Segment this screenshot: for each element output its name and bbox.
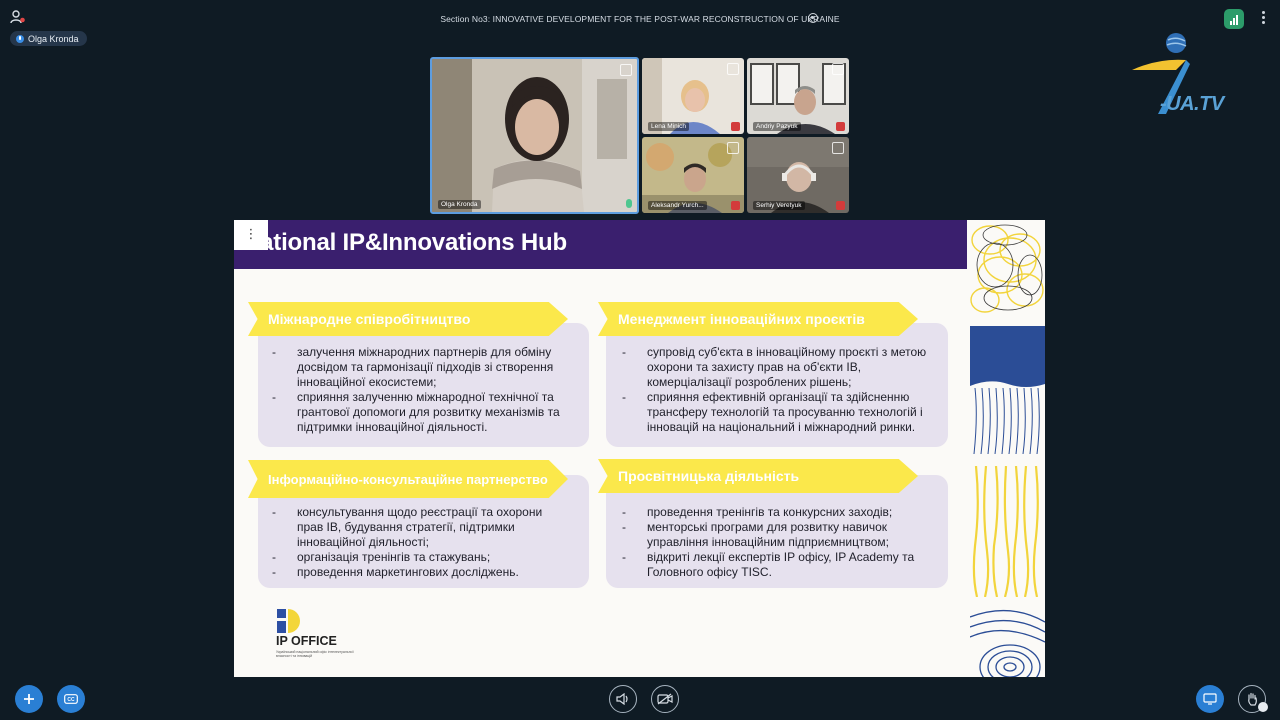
list-item: проведення маркетингових досліджень. <box>270 565 570 580</box>
decorative-art-tile <box>970 220 1045 314</box>
signal-bar-icon <box>1233 18 1235 25</box>
participant-name: Andriy Pazyuk <box>753 122 801 131</box>
expand-icon[interactable] <box>727 63 739 75</box>
decorative-art-tile <box>970 326 1045 454</box>
section-heading: Менеджмент інноваційних проєктів <box>598 302 918 336</box>
expand-icon[interactable] <box>832 63 844 75</box>
mic-muted-icon <box>731 201 740 210</box>
shared-presentation-slide: National IP&Innovations Hub ⋮ Міжнародне… <box>234 220 1045 677</box>
ip-office-fine-print: Український національний офіс інтелектуа… <box>276 650 354 658</box>
expand-icon[interactable] <box>727 142 739 154</box>
active-speaker-name: Olga Kronda <box>28 33 79 44</box>
section-list: консультування щодо реєстрації та охорон… <box>270 505 570 580</box>
section-heading: Інформаційно-консультаційне партнерство <box>248 460 568 498</box>
camera-off-icon <box>657 693 673 705</box>
section-heading: Просвітницька діяльність <box>598 459 918 493</box>
add-button[interactable] <box>15 685 43 713</box>
uatv-logo-text: -UA.TV <box>1160 93 1224 115</box>
mic-muted-icon <box>836 201 845 210</box>
list-item: залучення міжнародних партнерів для обмі… <box>270 345 570 390</box>
mic-on-icon <box>626 199 632 208</box>
session-title: Section No3: INNOVATIVE DEVELOPMENT FOR … <box>440 14 840 24</box>
expand-icon[interactable] <box>832 142 844 154</box>
participant-name: Serhiy Veretyuk <box>753 201 805 210</box>
video-tile-lena[interactable]: Lena Minich <box>642 58 744 134</box>
list-item: менторські програми для розвитку навичок… <box>620 520 938 550</box>
video-tile-andriy[interactable]: Andriy Pazyuk <box>747 58 849 134</box>
list-item: консультування щодо реєстрації та охорон… <box>270 505 570 550</box>
captions-button[interactable]: CC <box>57 685 85 713</box>
mic-muted-icon <box>731 122 740 131</box>
connection-quality-button[interactable] <box>1224 9 1244 29</box>
active-speaker-pill: Olga Kronda <box>10 31 87 46</box>
decorative-art-tile <box>970 466 1045 597</box>
slide-header: National IP&Innovations Hub <box>234 220 967 269</box>
hand-badge <box>1258 702 1268 712</box>
slide-menu-button[interactable]: ⋮ <box>234 220 268 250</box>
video-toggle-button[interactable] <box>651 685 679 713</box>
list-item: відкриті лекції експертів IP офісу, IP A… <box>620 550 938 580</box>
more-options-icon[interactable] <box>1262 11 1266 26</box>
svg-text:CC: CC <box>67 697 75 703</box>
section-heading: Міжнародне співробітництво <box>248 302 568 336</box>
mic-muted-icon <box>836 122 845 131</box>
section-list: залучення міжнародних партнерів для обмі… <box>270 345 570 435</box>
audio-toggle-button[interactable] <box>609 685 637 713</box>
participant-name: Olga Kronda <box>438 200 481 209</box>
share-screen-button[interactable] <box>1196 685 1224 713</box>
list-item: організація тренінгів та стажувань; <box>270 550 570 565</box>
slide-title: National IP&Innovations Hub <box>243 229 567 256</box>
speaker-icon <box>616 693 628 705</box>
decorative-art-tile <box>970 607 1045 677</box>
participant-name: Lena Minich <box>648 122 690 131</box>
video-tile-aleksandr[interactable]: Aleksandr Yurch... <box>642 137 744 213</box>
video-tile-main[interactable]: Olga Kronda <box>430 57 639 214</box>
section-list: супровід суб'єкта в інноваційному проєкт… <box>620 345 938 435</box>
ip-office-logo-mark <box>277 609 300 633</box>
expand-icon[interactable] <box>620 64 632 76</box>
monitor-icon <box>1203 693 1217 705</box>
mic-icon <box>16 34 24 43</box>
video-feed <box>432 59 637 212</box>
video-tile-serhiy[interactable]: Serhiy Veretyuk <box>747 137 849 213</box>
list-item: проведення тренінгів та конкурсних заход… <box>620 505 938 520</box>
participant-name: Aleksandr Yurch... <box>648 201 707 210</box>
closed-captions-icon: CC <box>64 694 78 704</box>
record-icon[interactable] <box>808 13 818 23</box>
list-item: супровід суб'єкта в інноваційному проєкт… <box>620 345 938 390</box>
list-item: сприяння залученню міжнародної технічної… <box>270 390 570 435</box>
section-list: проведення тренінгів та конкурсних заход… <box>620 505 938 580</box>
list-item: сприяння ефективній організації та здійс… <box>620 390 938 435</box>
hand-icon <box>1248 692 1257 706</box>
signal-bar-icon <box>1230 21 1232 25</box>
plus-icon <box>24 694 34 704</box>
ip-office-name: IP OFFICE <box>276 634 337 648</box>
signal-bar-icon <box>1236 15 1238 25</box>
